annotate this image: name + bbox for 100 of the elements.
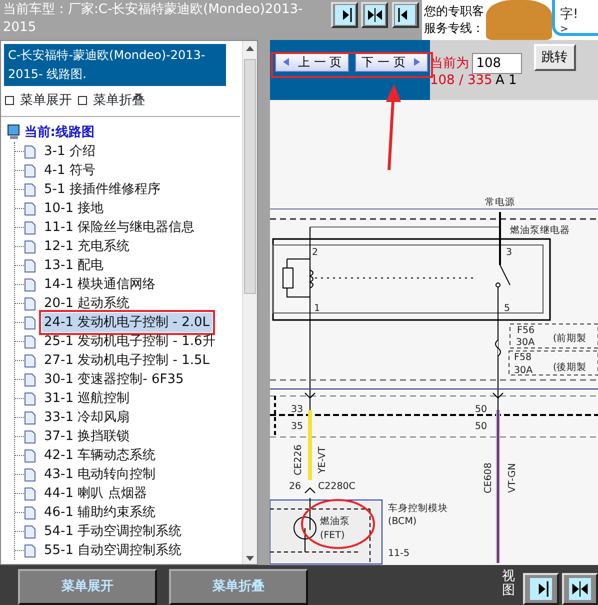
page-icon [24,316,36,330]
page-icon [24,392,36,406]
tree-item[interactable]: 31-1 巡航控制 [42,388,132,408]
diagram-label: 常电源 [485,197,515,208]
page-icon [24,296,36,310]
view-button[interactable] [331,2,358,28]
collapse-box-icon [5,96,14,106]
tree-item[interactable]: 27-1 发动机电子控制 - 1.5L [42,350,212,370]
arrows-inward-icon [364,5,385,25]
ad-text: 您的专职客 [424,3,484,20]
tree-item[interactable]: 55-1 自动空调控制系统 [42,540,184,560]
diagram-label: F58 [514,352,532,363]
tree-item[interactable]: 12-1 充电系统 [42,236,132,256]
page-icon [24,334,36,348]
page-icon [24,240,36,254]
diagram-label: VT-GN [507,463,518,493]
triangle-left-icon [282,57,290,67]
menu-link[interactable]: 菜单折叠 [93,91,145,110]
scrollbar-thumb[interactable] [244,59,256,294]
page-icon [24,202,36,216]
diagram-label: 33 [291,404,304,415]
diagram-label: 3 [506,247,512,258]
diagram-label: 26 [289,481,302,492]
page-icon [24,544,36,558]
view-button[interactable] [392,2,418,28]
diagram-label: (前期製 [553,333,587,344]
diagram-label: 2 [312,247,318,258]
tree-item[interactable]: 33-1 冷却风扇 [42,408,132,428]
jump-button[interactable]: 跳转 [534,44,576,72]
vehicle-title: 当前车型：厂家:C-长安福特蒙迪欧(Mondeo)2013-2015 [2,1,304,37]
tree-item[interactable]: 30-1 变速器控制- 6F35 [42,370,186,390]
arrow-right-bar-icon [334,5,354,25]
page-count: 108 / 335 [430,74,492,88]
diagram-label: 35 [291,421,304,432]
diagram-label: 50 [475,421,488,432]
diagram-label: (後期製 [553,362,587,373]
tree-item[interactable]: 54-1 手动空调控制系统 [42,522,184,542]
page-icon [24,410,36,424]
menu-link[interactable]: 菜单展开 [20,91,72,110]
page-icon [24,182,36,196]
sheet-label: A 1 [496,74,517,88]
view-button[interactable] [522,573,559,605]
bubble-text: 字! [560,8,580,22]
diagram-label: 11-5 [388,548,410,559]
page-icon [24,506,36,520]
tree-item[interactable]: 3-1 介绍 [42,142,98,162]
view-button[interactable] [361,2,388,28]
arrow-right-bar-icon [530,578,552,600]
arrows-inward-icon [569,578,591,600]
tree-item[interactable]: 46-1 辅助约束系统 [42,502,158,522]
next-page-button[interactable]: 下 一 页 [354,52,428,72]
page-icon [24,486,36,500]
computer-icon [7,124,21,140]
diagram-label: (FET) [320,530,345,541]
page-icon [24,278,36,292]
collapse-box-icon [78,96,87,106]
page-icon [24,258,36,272]
tree-item[interactable]: 11-1 保险丝与继电器信息 [42,218,197,238]
triangle-right-icon [413,57,422,67]
diagram-label: F56 [517,325,535,336]
tree-item[interactable]: 10-1 接地 [42,198,106,218]
diagram-label: 30A [516,337,535,348]
page-icon [24,372,36,386]
page-icon [24,468,36,482]
page-icon [24,164,36,178]
page-icon [24,354,36,368]
tree-item[interactable]: 20-1 起动系统 [42,294,132,314]
diagram-label: (BCM) [388,516,417,527]
page-input[interactable]: 108 [472,53,522,74]
diagram-label: 50 [475,404,488,415]
diagram-label: 燃油泵 [320,516,350,527]
tree-item[interactable]: 14-1 模块通信网络 [42,274,158,294]
diagram-label: CE226 [293,444,304,476]
diagram-label: 30A [514,365,533,376]
tree-item[interactable]: 37-1 换挡联锁 [42,426,132,446]
sidebar-heading: C-长安福特-蒙迪欧(Mondeo)-2013-2015- 线路图. [4,44,226,86]
view-label: 视图 [502,570,515,600]
prev-page-button[interactable]: 上 一 页 [275,52,349,72]
tree-item[interactable]: 24-1 发动机电子控制 - 2.0L [42,312,212,332]
page-icon [24,220,36,234]
view-button[interactable] [562,573,598,605]
tree-item[interactable]: 4-1 符号 [42,160,98,180]
diagram-label: 5 [504,303,510,314]
tree-root[interactable]: 当前:线路图 [24,122,94,142]
bubble-link[interactable]: > [560,24,568,35]
page-icon [24,524,36,538]
tree-item[interactable]: 42-1 车辆动态系统 [42,446,158,466]
ad-text: 服务专线： [424,20,484,37]
tree-item[interactable]: 5-1 接插件维修程序 [42,180,162,200]
tree-item[interactable]: 43-1 电动转向控制 [42,464,158,484]
diagram-label: 燃油泵继电器 [510,225,570,236]
diagram-label: CE608 [483,462,494,494]
tree-item[interactable]: 25-1 发动机电子控制 - 1.6升 [42,332,218,352]
tree-item[interactable]: 44-1 喇叭 点烟器 [42,484,149,504]
diagram-label: YE-VT [317,446,328,474]
diagram-label: C2280C [318,481,356,492]
arrow-left-bar-icon [395,5,415,25]
page-icon [24,144,36,158]
tree-item[interactable]: 13-1 配电 [42,256,106,276]
page-icon [24,430,36,444]
